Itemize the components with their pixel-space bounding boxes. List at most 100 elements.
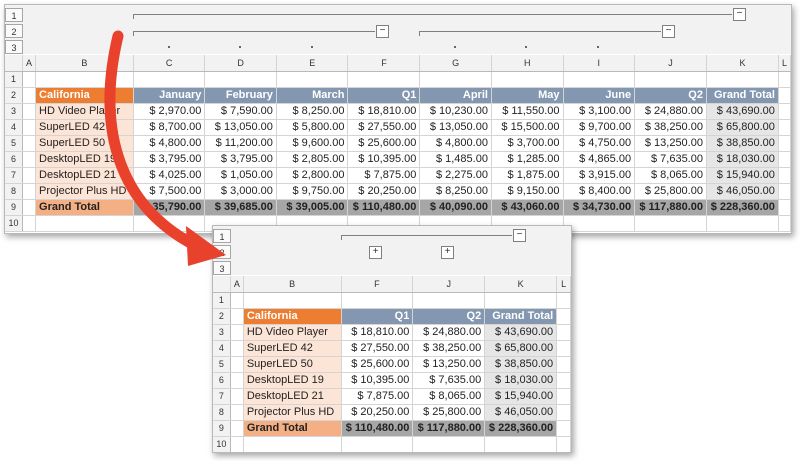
cell[interactable] bbox=[243, 292, 342, 309]
column-header[interactable]: I bbox=[563, 55, 636, 72]
value-cell[interactable]: $ 20,250.00 bbox=[347, 183, 421, 200]
row-total-cell[interactable]: $ 65,800.00 bbox=[706, 119, 779, 136]
cell[interactable] bbox=[230, 356, 244, 373]
header-cell-month[interactable]: March bbox=[276, 87, 349, 104]
column-header[interactable]: L bbox=[778, 55, 791, 72]
value-cell[interactable]: $ 25,600.00 bbox=[341, 356, 414, 373]
column-header[interactable]: J bbox=[412, 276, 486, 293]
cell[interactable] bbox=[778, 151, 791, 168]
cell[interactable] bbox=[243, 436, 342, 452]
value-cell[interactable]: $ 8,065.00 bbox=[412, 388, 486, 405]
value-cell[interactable]: $ 7,875.00 bbox=[341, 388, 414, 405]
row-total-cell[interactable]: $ 43,690.00 bbox=[706, 103, 779, 120]
grand-total-cell[interactable]: $ 34,730.00 bbox=[563, 199, 636, 216]
value-cell[interactable]: $ 8,700.00 bbox=[133, 119, 206, 136]
cell[interactable] bbox=[35, 215, 134, 232]
value-cell[interactable]: $ 2,970.00 bbox=[133, 103, 206, 120]
header-cell-month[interactable]: Q2 bbox=[412, 308, 486, 325]
row-header[interactable]: 6 bbox=[5, 151, 24, 168]
value-cell[interactable]: $ 4,865.00 bbox=[563, 151, 636, 168]
row-total-cell[interactable]: $ 46,050.00 bbox=[484, 404, 558, 421]
cell[interactable] bbox=[276, 71, 349, 88]
header-cell-month[interactable]: Grand Total bbox=[706, 87, 779, 104]
header-cell-region[interactable]: California bbox=[35, 87, 134, 104]
cell[interactable] bbox=[778, 135, 791, 152]
cell[interactable] bbox=[778, 199, 791, 216]
value-cell[interactable]: $ 9,700.00 bbox=[563, 119, 636, 136]
cell[interactable] bbox=[563, 215, 636, 232]
cell[interactable] bbox=[230, 372, 244, 389]
cell[interactable] bbox=[556, 356, 571, 373]
value-cell[interactable]: $ 7,590.00 bbox=[204, 103, 277, 120]
cell[interactable] bbox=[204, 71, 277, 88]
cell[interactable] bbox=[556, 372, 571, 389]
row-header[interactable]: 10 bbox=[213, 436, 231, 452]
value-cell[interactable]: $ 3,915.00 bbox=[563, 167, 636, 184]
value-cell[interactable]: $ 11,550.00 bbox=[491, 103, 564, 120]
cell[interactable] bbox=[556, 420, 571, 437]
column-header[interactable]: A bbox=[230, 276, 244, 293]
product-cell[interactable]: SuperLED 50 bbox=[243, 356, 342, 373]
product-cell[interactable]: DesktopLED 21 bbox=[243, 388, 342, 405]
cell[interactable] bbox=[778, 167, 791, 184]
row-total-cell[interactable]: $ 18,030.00 bbox=[484, 372, 558, 389]
grand-total-cell[interactable]: $ 110,480.00 bbox=[347, 199, 421, 216]
grand-total-cell[interactable]: $ 39,685.00 bbox=[204, 199, 277, 216]
row-header[interactable]: 9 bbox=[5, 199, 24, 216]
row-header[interactable]: 9 bbox=[213, 420, 231, 437]
value-cell[interactable]: $ 1,485.00 bbox=[419, 151, 492, 168]
value-cell[interactable]: $ 3,795.00 bbox=[133, 151, 206, 168]
row-total-cell[interactable]: $ 18,030.00 bbox=[706, 151, 779, 168]
value-cell[interactable]: $ 27,550.00 bbox=[341, 340, 414, 357]
cell[interactable] bbox=[230, 308, 244, 325]
product-cell[interactable]: Projector Plus HD bbox=[35, 183, 134, 200]
column-header[interactable]: C bbox=[133, 55, 206, 72]
row-total-cell[interactable]: $ 38,850.00 bbox=[484, 356, 558, 373]
header-cell-month[interactable]: Q1 bbox=[347, 87, 421, 104]
value-cell[interactable]: $ 1,875.00 bbox=[491, 167, 564, 184]
row-header[interactable]: 7 bbox=[213, 388, 231, 405]
collapse-toggle-year[interactable]: − bbox=[733, 8, 746, 21]
product-cell[interactable]: SuperLED 50 bbox=[35, 135, 134, 152]
value-cell[interactable]: $ 2,275.00 bbox=[419, 167, 492, 184]
row-header[interactable]: 2 bbox=[213, 308, 231, 325]
row-header[interactable]: 3 bbox=[5, 103, 24, 120]
cell[interactable] bbox=[778, 71, 791, 88]
cell[interactable] bbox=[22, 135, 37, 152]
value-cell[interactable]: $ 4,800.00 bbox=[133, 135, 206, 152]
cell[interactable] bbox=[778, 103, 791, 120]
cell[interactable] bbox=[556, 340, 571, 357]
value-cell[interactable]: $ 11,200.00 bbox=[204, 135, 277, 152]
row-header[interactable]: 5 bbox=[5, 135, 24, 152]
cell[interactable] bbox=[706, 215, 779, 232]
value-cell[interactable]: $ 9,150.00 bbox=[491, 183, 564, 200]
value-cell[interactable]: $ 18,810.00 bbox=[347, 103, 421, 120]
cell[interactable] bbox=[412, 292, 486, 309]
header-cell-month[interactable]: Q2 bbox=[634, 87, 707, 104]
value-cell[interactable]: $ 3,100.00 bbox=[563, 103, 636, 120]
cell[interactable] bbox=[778, 87, 791, 104]
column-header[interactable]: F bbox=[341, 276, 414, 293]
value-cell[interactable]: $ 9,750.00 bbox=[276, 183, 349, 200]
value-cell[interactable]: $ 8,065.00 bbox=[634, 167, 707, 184]
column-header[interactable]: G bbox=[419, 55, 492, 72]
column-header[interactable]: B bbox=[35, 55, 134, 72]
row-header[interactable]: 4 bbox=[5, 119, 24, 136]
value-cell[interactable]: $ 25,600.00 bbox=[347, 135, 421, 152]
value-cell[interactable]: $ 7,635.00 bbox=[634, 151, 707, 168]
header-cell-month[interactable]: May bbox=[491, 87, 564, 104]
cell[interactable] bbox=[22, 151, 37, 168]
column-header[interactable]: J bbox=[634, 55, 707, 72]
value-cell[interactable]: $ 24,880.00 bbox=[412, 324, 486, 341]
cell[interactable] bbox=[22, 87, 37, 104]
cell[interactable] bbox=[484, 436, 558, 452]
outline-level-2-button[interactable]: 2 bbox=[213, 245, 231, 259]
grand-total-cell[interactable]: $ 110,480.00 bbox=[341, 420, 414, 437]
cell[interactable] bbox=[22, 199, 37, 216]
product-cell[interactable]: Projector Plus HD bbox=[243, 404, 342, 421]
collapse-toggle-year[interactable]: − bbox=[513, 229, 526, 242]
cell[interactable] bbox=[22, 183, 37, 200]
column-header[interactable]: D bbox=[204, 55, 277, 72]
row-header[interactable]: 3 bbox=[213, 324, 231, 341]
product-cell[interactable]: HD Video Player bbox=[35, 103, 134, 120]
